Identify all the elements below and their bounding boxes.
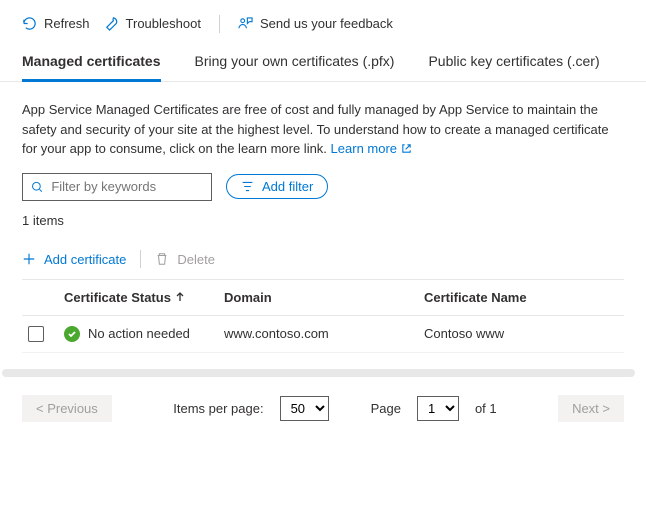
items-per-page-label: Items per page:: [173, 401, 263, 416]
row-status: No action needed: [64, 326, 224, 342]
description-text: App Service Managed Certificates are fre…: [0, 82, 646, 169]
action-separator: [140, 250, 141, 268]
pagination: < Previous Items per page: 50 Page 1 of …: [0, 377, 646, 436]
items-per-page-select[interactable]: 50: [280, 396, 329, 421]
delete-label: Delete: [177, 252, 215, 267]
filter-search-box[interactable]: [22, 173, 212, 201]
tab-public-key[interactable]: Public key certificates (.cer): [428, 49, 599, 82]
horizontal-scrollbar[interactable]: [2, 369, 635, 377]
row-name: Contoso www: [424, 326, 624, 341]
column-certificate-status[interactable]: Certificate Status: [64, 290, 224, 305]
column-domain[interactable]: Domain: [224, 290, 424, 305]
learn-more-link[interactable]: Learn more: [331, 141, 412, 156]
toolbar-separator: [219, 15, 220, 33]
refresh-label: Refresh: [44, 16, 90, 31]
search-icon: [31, 180, 43, 194]
item-count: 1 items: [0, 211, 646, 246]
delete-button[interactable]: Delete: [155, 250, 215, 269]
refresh-icon: [22, 16, 37, 31]
add-filter-button[interactable]: Add filter: [226, 174, 328, 199]
add-certificate-label: Add certificate: [44, 252, 126, 267]
page-select[interactable]: 1: [417, 396, 459, 421]
filter-icon: [241, 180, 254, 193]
add-certificate-button[interactable]: Add certificate: [22, 250, 126, 269]
filter-input[interactable]: [51, 179, 203, 194]
page-label: Page: [371, 401, 401, 416]
person-feedback-icon: [238, 16, 253, 31]
column-certificate-name[interactable]: Certificate Name: [424, 290, 624, 305]
wrench-icon: [104, 16, 119, 31]
troubleshoot-button[interactable]: Troubleshoot: [104, 14, 201, 33]
certificates-table: Certificate Status Domain Certificate Na…: [0, 279, 646, 353]
row-domain: www.contoso.com: [224, 326, 424, 341]
tab-managed-certificates[interactable]: Managed certificates: [22, 49, 161, 82]
refresh-button[interactable]: Refresh: [22, 14, 90, 33]
row-checkbox[interactable]: [28, 326, 44, 342]
table-header: Certificate Status Domain Certificate Na…: [22, 279, 624, 316]
troubleshoot-label: Troubleshoot: [126, 16, 201, 31]
next-button[interactable]: Next >: [558, 395, 624, 422]
table-row: No action needed www.contoso.com Contoso…: [22, 316, 624, 353]
add-filter-label: Add filter: [262, 179, 313, 194]
previous-button[interactable]: < Previous: [22, 395, 112, 422]
page-of-text: of 1: [475, 401, 497, 416]
tab-bar: Managed certificates Bring your own cert…: [0, 45, 646, 82]
external-link-icon: [401, 143, 412, 154]
delete-icon: [155, 252, 169, 266]
plus-icon: [22, 252, 36, 266]
status-success-icon: [64, 326, 80, 342]
tab-bring-your-own[interactable]: Bring your own certificates (.pfx): [195, 49, 395, 82]
feedback-button[interactable]: Send us your feedback: [238, 14, 393, 33]
sort-asc-icon: [175, 292, 185, 302]
feedback-label: Send us your feedback: [260, 16, 393, 31]
